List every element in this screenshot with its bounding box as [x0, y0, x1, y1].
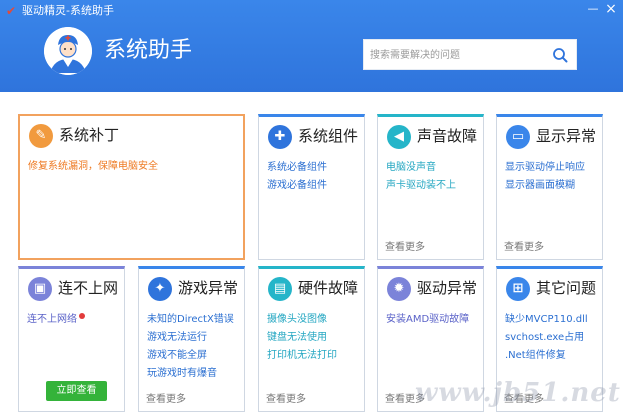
card-title: 其它问题 [536, 279, 597, 297]
search-icon[interactable] [552, 47, 568, 63]
gamepad-icon: ✦ [148, 277, 172, 301]
card-game-issues[interactable]: ✦ 游戏异常 未知的DirectX错误 游戏无法运行 游戏不能全屏 玩游戏时有爆… [138, 266, 245, 412]
card-title: 连不上网 [58, 279, 119, 297]
card-link[interactable]: 安装AMD驱动故障 [386, 311, 469, 329]
card-link[interactable]: 连不上网络 [27, 311, 85, 329]
view-more-link[interactable]: 查看更多 [266, 390, 306, 405]
card-title: 游戏异常 [178, 279, 239, 297]
card-link[interactable]: 游戏不能全屏 [147, 347, 234, 365]
card-link[interactable]: 打印机无法打印 [267, 347, 337, 365]
search-box [363, 39, 577, 70]
card-display-issues[interactable]: ▭ 显示异常 显示驱动停止响应 显示器画面模糊 查看更多 [496, 114, 603, 260]
card-link[interactable]: 显示器画面模糊 [505, 177, 585, 195]
speaker-icon: ◀ [387, 125, 411, 149]
card-title: 系统补丁 [59, 126, 120, 144]
close-button[interactable]: × [604, 2, 618, 16]
network-icon: ▣ [28, 277, 52, 301]
window-title: 驱动精灵-系统助手 [22, 4, 114, 17]
card-sound-issues[interactable]: ◀ 声音故障 电脑没声音 声卡驱动装不上 查看更多 [377, 114, 484, 260]
search-input[interactable] [370, 47, 548, 63]
card-link[interactable]: .Net组件修复 [505, 347, 588, 365]
card-system-components[interactable]: ✚ 系统组件 系统必备组件 游戏必备组件 [258, 114, 365, 260]
alert-dot-icon [79, 313, 85, 319]
card-title: 声音故障 [417, 127, 478, 145]
card-link[interactable]: 键盘无法使用 [267, 329, 337, 347]
card-link[interactable]: 系统必备组件 [267, 159, 327, 177]
card-system-patch[interactable]: ✎ 系统补丁 修复系统漏洞，保障电脑安全 [18, 114, 245, 260]
card-link[interactable]: 游戏必备组件 [267, 177, 327, 195]
view-more-link[interactable]: 查看更多 [146, 390, 186, 405]
windows-icon: ⊞ [506, 277, 530, 301]
view-more-link[interactable]: 查看更多 [504, 238, 544, 253]
card-link-text: 连不上网络 [27, 314, 77, 325]
card-link[interactable]: 玩游戏时有爆音 [147, 365, 234, 383]
card-link[interactable]: 游戏无法运行 [147, 329, 234, 347]
card-hardware-issues[interactable]: ▤ 硬件故障 摄像头没图像 键盘无法使用 打印机无法打印 查看更多 [258, 266, 365, 412]
app-logo-icon: ✔ [6, 4, 17, 18]
minimize-button[interactable]: — [586, 2, 600, 16]
view-now-button[interactable]: 立即查看 [46, 381, 107, 401]
card-title: 显示异常 [536, 127, 597, 145]
card-link[interactable]: 声卡驱动装不上 [386, 177, 456, 195]
card-title: 硬件故障 [298, 279, 359, 297]
patch-icon: ✎ [29, 124, 53, 148]
card-network-issues[interactable]: ▣ 连不上网 连不上网络 立即查看 [18, 266, 125, 412]
header: ✔ 驱动精灵-系统助手 — × 系统助手 [0, 0, 623, 92]
card-link[interactable]: 摄像头没图像 [267, 311, 337, 329]
card-link[interactable]: 修复系统漏洞，保障电脑安全 [28, 158, 158, 176]
view-more-link[interactable]: 查看更多 [385, 238, 425, 253]
watermark: www.jb51.net [415, 378, 621, 408]
gear-icon: ✹ [387, 277, 411, 301]
card-title: 驱动异常 [417, 279, 478, 297]
doctor-avatar-icon [44, 27, 92, 75]
card-link[interactable]: svchost.exe占用 [505, 329, 588, 347]
page-title: 系统助手 [104, 38, 193, 63]
card-link[interactable]: 电脑没声音 [386, 159, 456, 177]
card-link[interactable]: 显示驱动停止响应 [505, 159, 585, 177]
hardware-icon: ▤ [268, 277, 292, 301]
card-link[interactable]: 缺少MVCP110.dll [505, 311, 588, 329]
monitor-icon: ▭ [506, 125, 530, 149]
card-link[interactable]: 未知的DirectX错误 [147, 311, 234, 329]
puzzle-icon: ✚ [268, 125, 292, 149]
card-title: 系统组件 [298, 127, 359, 145]
